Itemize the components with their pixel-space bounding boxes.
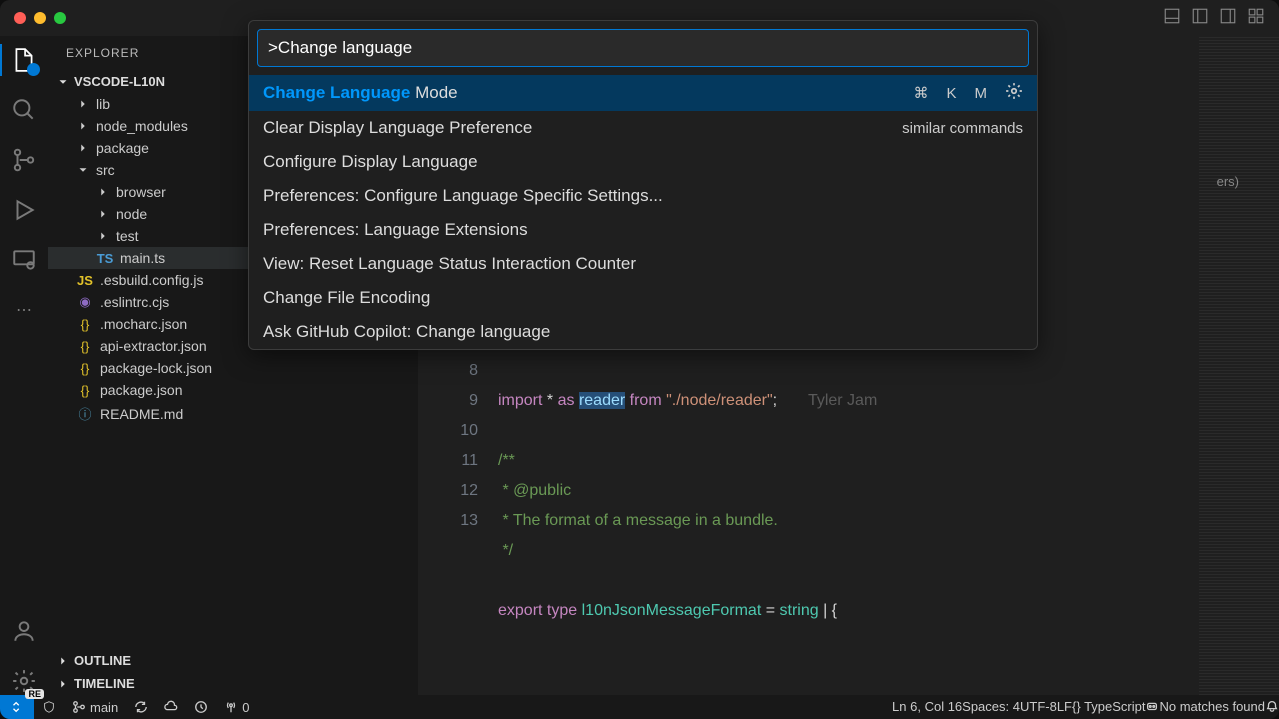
search-icon[interactable]	[10, 96, 38, 124]
command-input[interactable]	[257, 29, 1029, 67]
layout-panel-icon[interactable]	[1163, 7, 1181, 30]
layout-sidebar-right-icon[interactable]	[1219, 7, 1237, 30]
command-item[interactable]: Configure Display Language	[249, 145, 1037, 179]
notifications-icon[interactable]	[1265, 699, 1279, 716]
git-blame: Tyler Jam	[808, 392, 877, 409]
shield-icon[interactable]	[34, 700, 64, 714]
typescript-icon: TS	[96, 251, 114, 266]
re-badge: RE	[25, 689, 44, 699]
more-views-icon[interactable]: ⋯	[10, 296, 38, 324]
tree-file[interactable]: {}package-lock.json	[48, 357, 418, 379]
settings-gear-icon[interactable]: RE	[10, 667, 38, 695]
codelens[interactable]: ers)	[1217, 174, 1239, 189]
remote-explorer-icon[interactable]	[10, 246, 38, 274]
indentation[interactable]: Spaces: 4	[962, 699, 1020, 716]
no-matches[interactable]: No matches found	[1159, 699, 1265, 716]
window-controls	[14, 12, 66, 24]
titlebar-actions	[1163, 7, 1265, 30]
cloud-icon[interactable]	[156, 700, 186, 714]
eslint-icon: ◉	[76, 294, 94, 310]
command-item[interactable]: Change Language Mode⌘KM	[249, 75, 1037, 111]
tree-file[interactable]: ⓘREADME.md	[48, 401, 418, 426]
explorer-icon[interactable]	[10, 46, 38, 74]
branch-indicator[interactable]: main	[64, 700, 126, 715]
json-icon: {}	[76, 339, 94, 354]
command-item[interactable]: Change File Encoding	[249, 281, 1037, 315]
command-item[interactable]: Ask GitHub Copilot: Change language	[249, 315, 1037, 349]
accounts-icon[interactable]	[10, 617, 38, 645]
cursor-position[interactable]: Ln 6, Col 16	[892, 699, 962, 716]
source-control-icon[interactable]	[10, 146, 38, 174]
javascript-icon: JS	[76, 273, 94, 288]
customize-layout-icon[interactable]	[1247, 7, 1265, 30]
json-icon: {}	[76, 361, 94, 376]
eol[interactable]: LF	[1057, 699, 1072, 716]
activity-bar: ⋯ RE	[0, 36, 48, 695]
chevron-right-icon	[76, 97, 90, 111]
timeline-section[interactable]: TIMELINE	[48, 672, 418, 695]
command-results: Change Language Mode⌘KMClear Display Lan…	[249, 75, 1037, 349]
command-item[interactable]: Preferences: Configure Language Specific…	[249, 179, 1037, 213]
maximize-window[interactable]	[54, 12, 66, 24]
copilot-icon[interactable]	[1145, 699, 1159, 716]
language-mode[interactable]: {} TypeScript	[1072, 699, 1145, 716]
chevron-down-icon	[56, 75, 70, 89]
command-item[interactable]: Preferences: Language Extensions	[249, 213, 1037, 247]
command-palette: Change Language Mode⌘KMClear Display Lan…	[248, 20, 1038, 350]
folder-name: VSCODE-L10N	[74, 74, 165, 89]
radio-tower-icon[interactable]: 0	[216, 700, 257, 715]
close-window[interactable]	[14, 12, 26, 24]
live-share-icon[interactable]	[186, 700, 216, 714]
encoding[interactable]: UTF-8	[1020, 699, 1057, 716]
command-item[interactable]: Clear Display Language Preferencesimilar…	[249, 111, 1037, 145]
clock-badge-icon	[27, 63, 40, 76]
run-debug-icon[interactable]	[10, 196, 38, 224]
command-item[interactable]: View: Reset Language Status Interaction …	[249, 247, 1037, 281]
tree-file[interactable]: {}package.json	[48, 379, 418, 401]
gear-icon[interactable]	[1005, 82, 1023, 104]
status-bar: main 0 Ln 6, Col 16 Spaces: 4 UTF-8 LF {…	[0, 695, 1279, 719]
sync-icon[interactable]	[126, 700, 156, 714]
json-icon: {}	[76, 317, 94, 332]
minimap[interactable]	[1199, 36, 1279, 695]
minimize-window[interactable]	[34, 12, 46, 24]
outline-section[interactable]: OUTLINE	[48, 649, 418, 672]
info-icon: ⓘ	[76, 404, 94, 423]
json-icon: {}	[76, 383, 94, 398]
layout-sidebar-left-icon[interactable]	[1191, 7, 1209, 30]
